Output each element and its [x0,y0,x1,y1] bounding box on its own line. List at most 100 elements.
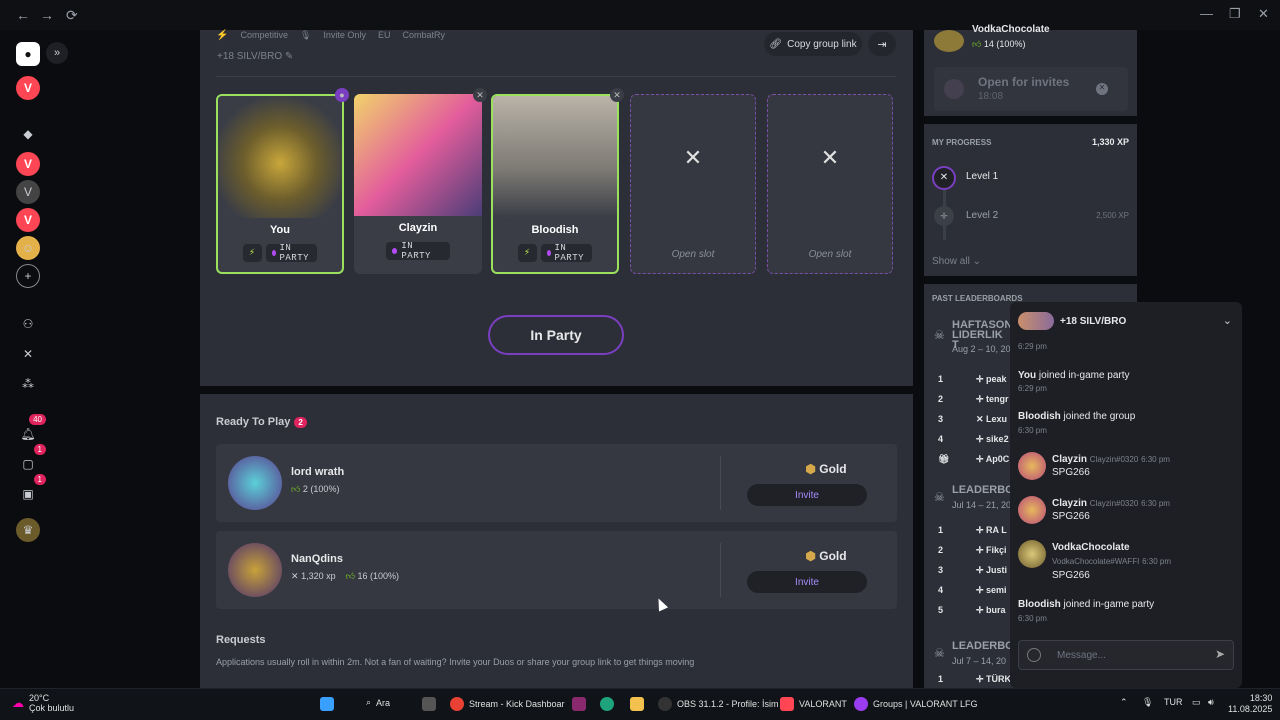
browser-topbar: ← → ⟳ — ❐ ✕ [0,0,1280,30]
tag-server: CombatRy [402,30,445,40]
chat-icon[interactable]: ▢ 1 [16,444,46,476]
group-chat-popup: +18 SILV/BRO ⌄ 6:29 pm You joined in-gam… [1010,302,1242,688]
collapse-chat-icon[interactable]: ⌄ [1223,314,1232,327]
tools-icon[interactable]: ✕ [16,342,40,366]
open-slot[interactable]: ✕ Open slot [630,94,756,274]
group-name[interactable]: +18 SILV/BRO ✎ [217,51,293,62]
rank-avatar[interactable]: ♛ [16,518,40,542]
message-input[interactable]: Message... ➤ [1018,640,1234,670]
progress-panel: MY PROGRESS 1,330 XP ✕ Level 1 ✛ Level 2… [924,124,1137,276]
skull-icon: ☠ [934,490,945,504]
close-icon[interactable]: ✕ [1096,83,1108,95]
tag-region: EU [377,30,391,40]
leaderboard-ranks: 1 2 3 4 🎁︎ [938,374,950,464]
avatar[interactable]: ☺ [16,236,40,260]
open-invites-card[interactable]: Open for invites 18:08 ✕ [934,67,1128,111]
invite-button[interactable]: Invite [747,484,867,506]
expand-sidebar-button[interactable]: » [46,42,68,64]
friends-icon[interactable]: ⚇ [16,312,40,336]
network-icon[interactable]: ▭ [1192,697,1201,708]
valorant-icon-4[interactable]: V [16,208,40,232]
taskbar-app[interactable]: Stream - Kick Dashboar [450,697,565,711]
forward-icon[interactable]: → [40,7,54,23]
send-icon[interactable]: ➤ [1215,647,1225,661]
xp-icon: ✕ [291,571,299,581]
requests-text: Applications usually roll in within 2m. … [216,657,695,667]
tray-chevron-icon[interactable]: ⌃ [1120,697,1128,708]
profile-icon[interactable]: ▣ 1 [16,474,46,506]
chat-avatar [1018,452,1046,480]
weather-widget[interactable]: ☁ 20°C Çok bulutlu [12,693,74,713]
notifications-icon[interactable]: 🔔︎ 40 [16,414,46,446]
thumbs-up-icon: 👍︎ [345,571,355,581]
start-button[interactable] [320,697,334,711]
windows-taskbar: ☁ 20°C Çok bulutlu ⌕ Ara Stream - Kick Das… [0,688,1280,720]
task-view-button[interactable] [422,697,436,711]
copy-link-button[interactable]: 🔗︎ Copy group link [764,32,862,56]
in-party-button[interactable]: In Party [488,315,624,355]
mic-icon: 🎙︎ [299,30,312,40]
chat-avatar [1018,540,1046,568]
weather-icon: ☁ [12,696,24,710]
clock[interactable]: 18:30 11.08.2025 [1228,693,1272,715]
ready-title: Ready To Play 2 [216,416,307,428]
member-card-clayzin[interactable]: Clayzin IN PARTY [354,94,482,274]
member-card-bloodish[interactable]: Bloodish ⚡ IN PARTY [491,94,619,274]
open-slot[interactable]: ✕ Open slot [767,94,893,274]
taskbar-app[interactable] [572,697,586,711]
rank-avatar [934,30,964,52]
invite-button[interactable]: Invite [747,571,867,593]
divider [216,76,896,77]
emoji-icon[interactable] [1027,648,1041,662]
close-icon: ✕ [683,145,703,170]
thumbs-up-icon: 👍︎ [291,484,301,494]
rank-gold: ⬢ Gold [805,462,847,476]
minimize-icon[interactable]: — [1200,6,1213,21]
edge-icon[interactable] [600,697,614,711]
search-button[interactable]: ⌕ Ara [366,697,390,708]
rank-emblem [218,96,342,218]
skull-icon: ☠ [934,328,945,342]
player-avatar [228,456,282,510]
search-icon: ⌕ [366,697,372,707]
taskbar-app[interactable]: Groups | VALORANT LFG [854,697,978,711]
teams-icon[interactable]: ⁂ [16,372,40,396]
group-avatars [1018,312,1054,330]
explorer-icon[interactable] [630,697,644,711]
kick-icon[interactable]: ✕ [473,88,487,102]
language-indicator[interactable]: TUR [1164,697,1183,707]
back-icon[interactable]: ← [16,7,30,23]
valorant-icon[interactable]: V [16,76,40,100]
kick-icon[interactable]: ✕ [610,88,624,102]
invite-icon [944,79,964,99]
link-icon: 🔗︎ [769,38,783,50]
maximize-icon[interactable]: ❐ [1229,6,1241,22]
member-card-you[interactable]: You ⚡ IN PARTY [216,94,344,274]
player-avatar [228,543,282,597]
volume-icon[interactable]: 🔊︎ [1208,697,1214,708]
valorant-icon-3[interactable]: V [16,180,40,204]
chat-bubble-icon: ● [335,88,349,102]
close-window-icon[interactable]: ✕ [1258,6,1269,22]
taskbar-app[interactable]: OBS 31.1.2 - Profile: İsim [658,697,779,711]
chat-avatar [1018,496,1046,524]
profile-photo [493,96,617,218]
level-2-icon: ✛ [934,206,954,226]
player-row: NanQdins ✕ 1,320 xp 👍︎ 16 (100%) ⬢ Gold I… [216,531,897,609]
reload-icon[interactable]: ⟳ [66,7,78,24]
messages-icon[interactable]: ◆ [16,122,40,146]
leave-group-button[interactable]: ⇥ [868,32,896,56]
edit-icon[interactable]: ✎ [285,51,293,62]
mic-icon[interactable]: 🎙︎ [1142,697,1153,708]
player-row: lord wrath 👍︎ 2 (100%) ⬢ Gold Invite [216,444,897,522]
add-icon[interactable]: + [16,264,40,288]
group-tags: ⚡ Competitive 🎙︎ Invite Only EU CombatRy [216,30,445,41]
rank-gold: ⬢ Gold [805,549,847,563]
taskbar-app[interactable]: VALORANT [780,697,847,711]
show-all-link[interactable]: Show all ⌄ [932,256,981,267]
chat-app-icon[interactable]: ● [16,42,40,66]
left-rail: ● V ◆ V V V ☺ + ⚇ ✕ ⁂ 🔔︎ 40 ▢ 1 ▣ 1 ♛ [0,30,56,688]
group-members-panel: VodkaChocolate 👍︎ 14 (100%) Open for inv… [924,24,1137,116]
valorant-icon-2[interactable]: V [16,152,40,176]
bolt-icon: ⚡ [216,30,229,41]
